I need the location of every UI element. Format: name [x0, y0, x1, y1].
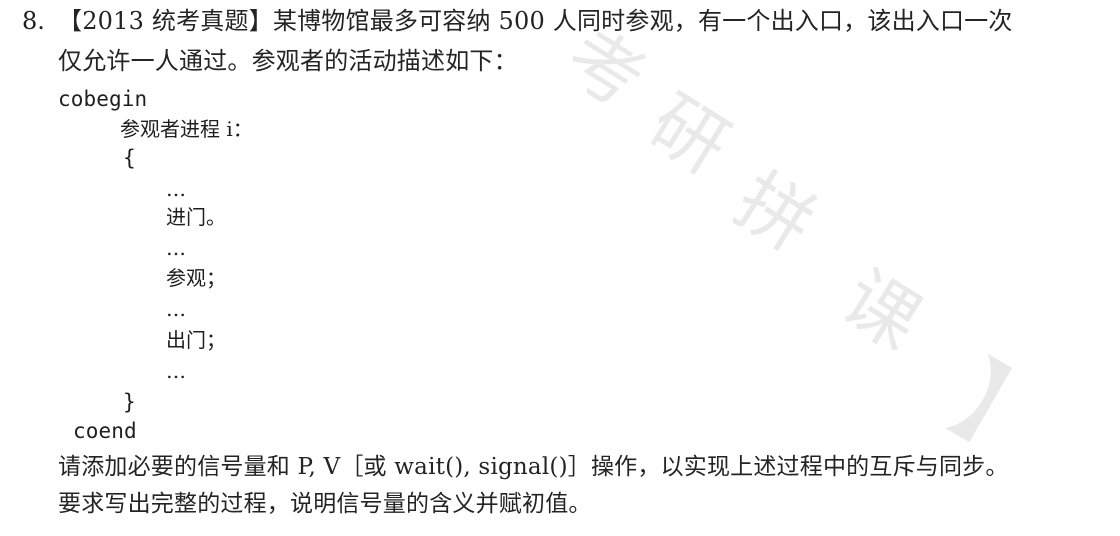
question-title-line: 【2013 统考真题】某博物馆最多可容纳 500 人同时参观，有一个出入口，该出… — [58, 7, 1013, 35]
code-ellipsis: … — [166, 177, 186, 201]
code-exit-step: 出门； — [166, 328, 226, 352]
code-visit-step: 参观； — [166, 266, 226, 290]
code-coend: coend — [73, 419, 137, 443]
watermark-char: 拼 — [720, 156, 830, 270]
requirement-line-1: 请添加必要的信号量和 P, V［或 wait(), signal()］操作，以实… — [58, 454, 1009, 480]
watermark-char: 研 — [634, 78, 744, 192]
code-ellipsis: … — [166, 297, 186, 321]
code-close-brace: } — [123, 390, 136, 414]
code-ellipsis: … — [166, 359, 186, 383]
code-open-brace: { — [123, 146, 136, 170]
code-process-header: 参观者进程 i： — [120, 117, 253, 141]
question-description-line: 仅允许一人通过。参观者的活动描述如下： — [58, 47, 518, 75]
question-number: 8. — [22, 7, 45, 35]
code-enter-step: 进门。 — [166, 205, 226, 229]
code-ellipsis: … — [166, 236, 186, 260]
requirement-line-2: 要求写出完整的过程，说明信号量的含义并赋初值。 — [58, 491, 592, 517]
code-cobegin: cobegin — [58, 87, 148, 111]
document-page: 考 研 拼 课 】 8. 【2013 统考真题】某博物馆最多可容纳 500 人同… — [0, 0, 1120, 536]
watermark-char: 课 — [826, 254, 936, 368]
